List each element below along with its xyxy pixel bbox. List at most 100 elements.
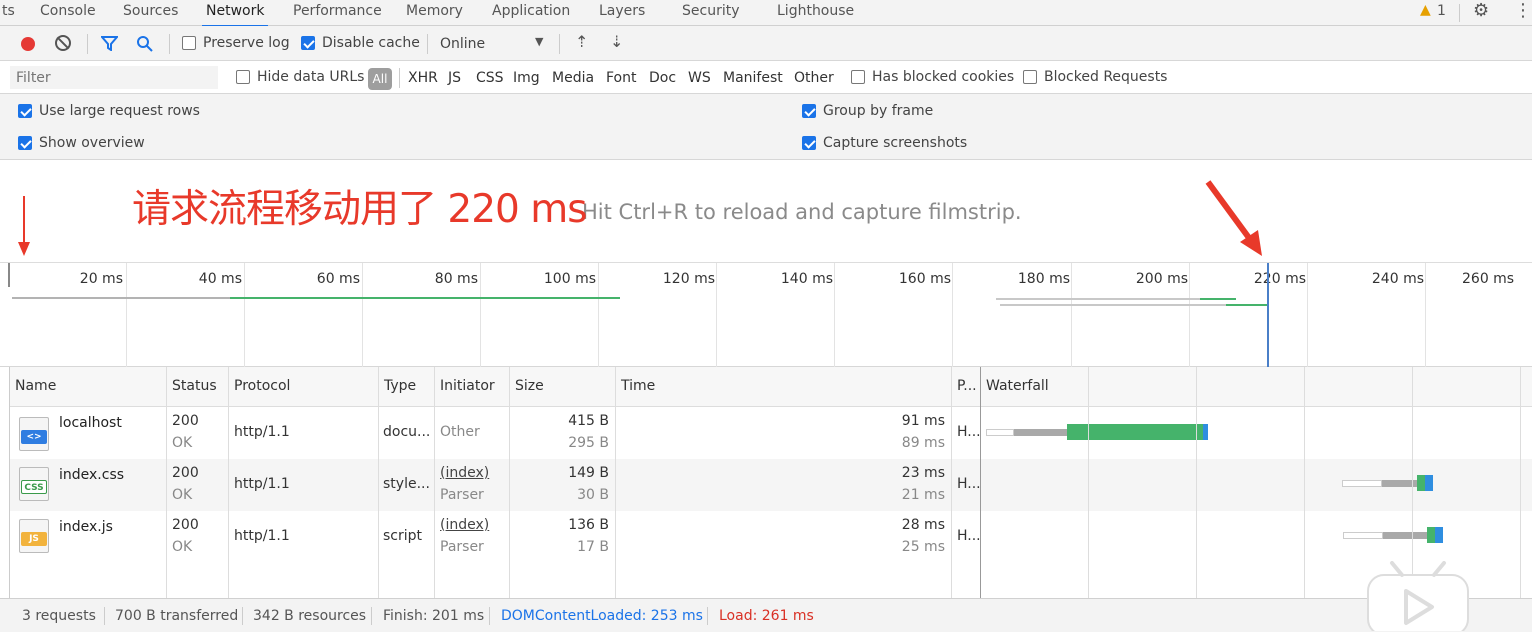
red-arrow-diagonal-icon	[1205, 180, 1262, 256]
filter-type-css[interactable]: CSS	[476, 70, 504, 86]
filter-type-js[interactable]: JS	[448, 70, 461, 86]
waterfall-queue	[1343, 532, 1383, 539]
resource-size: 295 B	[568, 435, 609, 451]
filter-input[interactable]	[10, 66, 218, 89]
column-header-size[interactable]: Size	[515, 378, 544, 394]
warning-icon[interactable]: ▲	[1420, 2, 1431, 18]
status-text: OK	[172, 487, 193, 503]
settings-gear-icon[interactable]: ⚙	[1473, 0, 1489, 21]
waterfall-download	[1427, 527, 1435, 543]
request-name: localhost	[59, 415, 122, 431]
request-table: Name Status Protocol Type Initiator Size…	[0, 367, 1532, 597]
large-request-rows-checkbox[interactable]: Use large request rows	[18, 103, 200, 119]
tick-label: 260 ms	[1462, 271, 1515, 287]
tab-security[interactable]: Security	[682, 3, 740, 19]
filter-type-font[interactable]: Font	[606, 70, 636, 86]
column-header-priority[interactable]: P...	[957, 378, 977, 394]
initiator-link[interactable]: (index)	[440, 517, 489, 533]
resource-size: 30 B	[577, 487, 609, 503]
tab-memory[interactable]: Memory	[406, 3, 463, 19]
show-overview-checkbox[interactable]: Show overview	[18, 135, 145, 151]
tick-label: 20 ms	[79, 271, 123, 287]
throttling-select[interactable]: Online	[440, 36, 485, 52]
clear-icon[interactable]	[55, 35, 71, 51]
status-text: OK	[172, 435, 193, 451]
column-header-waterfall[interactable]: Waterfall	[986, 378, 1049, 394]
initiator-detail: Parser	[440, 539, 484, 555]
resource-type: script	[383, 528, 423, 544]
protocol: http/1.1	[234, 528, 290, 544]
priority: H...	[957, 528, 981, 544]
tab-sources[interactable]: Sources	[123, 3, 178, 19]
tab-application[interactable]: Application	[492, 3, 570, 19]
column-header-name[interactable]: Name	[15, 378, 56, 394]
transfer-size: 415 B	[568, 413, 609, 429]
hide-data-urls-label: Hide data URLs	[257, 69, 365, 85]
latency: 21 ms	[901, 487, 945, 503]
filter-funnel-icon[interactable]	[101, 36, 118, 51]
network-status-bar: 3 requests 700 B transferred 342 B resou…	[0, 561, 1532, 632]
hide-data-urls-checkbox[interactable]: Hide data URLs	[236, 69, 364, 85]
tick-label: 140 ms	[780, 271, 833, 287]
tick-label: 180 ms	[1017, 271, 1070, 287]
tick-label: 80 ms	[434, 271, 478, 287]
export-har-icon[interactable]: ⇣	[610, 32, 623, 51]
protocol: http/1.1	[234, 476, 290, 492]
filter-type-xhr[interactable]: XHR	[408, 70, 438, 86]
waterfall-queue	[986, 429, 1014, 436]
timeline-overview[interactable]: 20 ms 40 ms 60 ms 80 ms 100 ms 120 ms 14…	[0, 263, 1532, 367]
tab-performance[interactable]: Performance	[293, 3, 382, 19]
more-options-icon[interactable]: ⋮	[1514, 0, 1532, 21]
transfer-size: 149 B	[568, 465, 609, 481]
filter-type-all[interactable]: All	[368, 68, 392, 90]
css-file-icon: CSS	[19, 467, 49, 501]
preserve-log-checkbox[interactable]: Preserve log	[182, 35, 290, 51]
group-by-frame-checkbox[interactable]: Group by frame	[802, 103, 933, 119]
html-file-icon: <>	[19, 417, 49, 451]
red-annotation-text: 请求流程移动用了 220 ms	[132, 187, 588, 232]
preserve-log-label: Preserve log	[203, 35, 290, 51]
total-time: 91 ms	[901, 413, 945, 429]
tab-console[interactable]: Console	[40, 3, 96, 19]
tick-label: 40 ms	[198, 271, 242, 287]
tick-label: 160 ms	[898, 271, 951, 287]
column-header-protocol[interactable]: Protocol	[234, 378, 290, 394]
column-header-status[interactable]: Status	[172, 378, 217, 394]
filmstrip-hint: Hit Ctrl+R to reload and capture filmstr…	[582, 200, 1022, 224]
filter-type-ws[interactable]: WS	[688, 70, 711, 86]
tab-lighthouse[interactable]: Lighthouse	[777, 3, 854, 19]
import-har-icon[interactable]: ⇡	[575, 32, 588, 51]
network-toolbar: Preserve log Disable cache Online ▼ ⇡ ⇣	[0, 26, 1532, 61]
tab-layers[interactable]: Layers	[599, 3, 645, 19]
status-text: OK	[172, 539, 193, 555]
filter-type-other[interactable]: Other	[794, 70, 834, 86]
column-header-type[interactable]: Type	[384, 378, 416, 394]
total-time: 23 ms	[901, 465, 945, 481]
filter-type-manifest[interactable]: Manifest	[723, 70, 783, 86]
latency: 25 ms	[901, 539, 945, 555]
capture-screenshots-checkbox[interactable]: Capture screenshots	[802, 135, 967, 151]
protocol: http/1.1	[234, 424, 290, 440]
chevron-down-icon[interactable]: ▼	[535, 35, 543, 48]
filter-type-media[interactable]: Media	[552, 70, 594, 86]
blocked-requests-checkbox[interactable]: Blocked Requests	[1023, 69, 1167, 85]
overview-bar-download	[230, 297, 620, 299]
column-header-time[interactable]: Time	[621, 378, 655, 394]
column-header-initiator[interactable]: Initiator	[440, 378, 495, 394]
red-arrow-down-icon	[18, 196, 30, 256]
initiator-link[interactable]: (index)	[440, 465, 489, 481]
initiator-detail: Parser	[440, 487, 484, 503]
tick-label: 120 ms	[662, 271, 715, 287]
has-blocked-cookies-checkbox[interactable]: Has blocked cookies	[851, 69, 1014, 85]
total-time: 28 ms	[901, 517, 945, 533]
filter-type-doc[interactable]: Doc	[649, 70, 676, 86]
search-icon[interactable]	[136, 35, 154, 53]
tab-elements-partial[interactable]: ts	[2, 3, 15, 19]
overview-bar-css-download	[1200, 298, 1236, 300]
tab-network[interactable]: Network	[201, 3, 269, 27]
status-code: 200	[172, 413, 199, 429]
filter-type-img[interactable]: Img	[513, 70, 540, 86]
resource-size: 17 B	[577, 539, 609, 555]
record-icon[interactable]	[21, 37, 35, 51]
disable-cache-checkbox[interactable]: Disable cache	[301, 35, 420, 51]
